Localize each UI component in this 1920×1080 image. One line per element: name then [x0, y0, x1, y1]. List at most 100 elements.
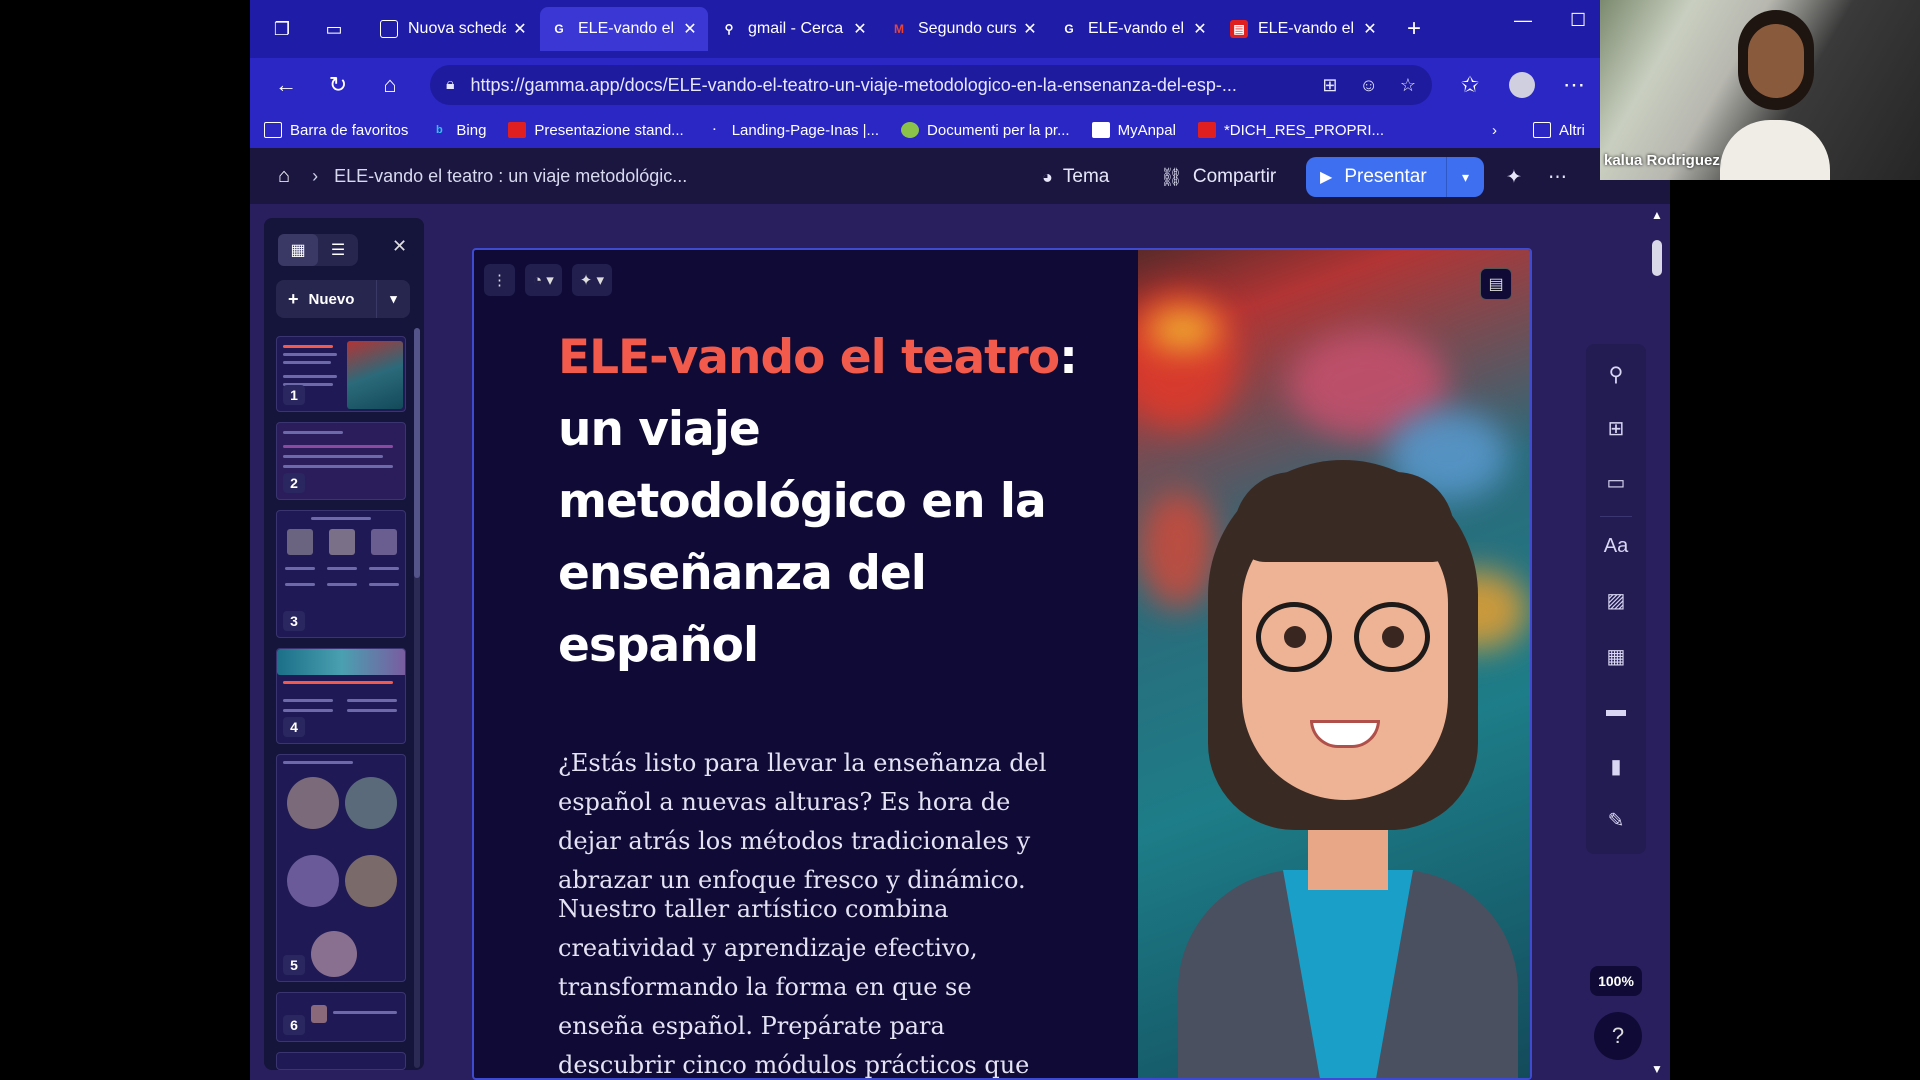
slide-thumbnail-6[interactable]: 6: [276, 992, 406, 1042]
browser-window: ❐ ▭ Nuova scheda ✕ G ELE-vando el ✕ ⚲ gm…: [250, 0, 1670, 1080]
grid-view-icon[interactable]: ▦: [278, 234, 318, 266]
image-icon[interactable]: ▨: [1586, 580, 1646, 620]
card-icon[interactable]: ▬: [1586, 690, 1646, 730]
other-favorites[interactable]: Altri: [1533, 122, 1585, 139]
favorite-star-icon[interactable]: ☆: [1400, 75, 1416, 96]
favorite-item[interactable]: *DICH_RES_PROPRI...: [1197, 121, 1384, 139]
favorite-item[interactable]: Documenti per la pr...: [901, 122, 1070, 139]
panel-scrollbar[interactable]: [414, 328, 420, 1068]
slide-thumbnail-3[interactable]: 3: [276, 510, 406, 638]
slide-paragraph-1[interactable]: ¿Estás listo para llevar la enseñanza de…: [558, 744, 1058, 900]
page-icon: ·: [712, 124, 717, 136]
reader-icon[interactable]: ☺: [1359, 75, 1377, 96]
slide-title[interactable]: ELE-vando el teatro: un viaje metodológi…: [558, 322, 1078, 682]
slide-thumbnail-1[interactable]: 1: [276, 336, 406, 412]
chevron-down-icon[interactable]: ▾: [1446, 157, 1484, 197]
workspaces-icon[interactable]: ❐: [262, 9, 302, 49]
chevron-down-icon[interactable]: ▾: [376, 280, 410, 318]
favorite-item[interactable]: MyAnpal: [1091, 122, 1176, 139]
home-icon[interactable]: ⌂: [278, 165, 290, 188]
new-card-button[interactable]: + Nuevo ▾: [276, 280, 410, 318]
tab-gamma-active[interactable]: G ELE-vando el ✕: [540, 7, 708, 51]
drag-handle-icon[interactable]: ⋮: [484, 264, 515, 296]
add-card-icon[interactable]: ⊞: [1586, 408, 1646, 448]
ai-sparkle-icon[interactable]: ✦: [1506, 160, 1522, 194]
favorite-item[interactable]: Barra de favoritos: [264, 122, 408, 139]
scroll-down-icon[interactable]: ▼: [1651, 1062, 1663, 1076]
favorite-item[interactable]: Presentazione stand...: [508, 122, 684, 139]
slide-thumbnail-4[interactable]: 4: [276, 648, 406, 744]
person-figure: [1720, 10, 1830, 180]
page-scrollbar[interactable]: ▲ ▼: [1648, 208, 1666, 1076]
slide-paragraph-2[interactable]: Nuestro taller artístico combina creativ…: [558, 890, 1058, 1078]
address-bar[interactable]: 🔒︎ https://gamma.app/docs/ELE-vando-el-t…: [430, 65, 1432, 105]
scrollbar-thumb[interactable]: [1652, 240, 1662, 276]
draw-icon[interactable]: ✎: [1586, 800, 1646, 840]
list-view-icon[interactable]: ☰: [318, 234, 358, 266]
new-tab-icon[interactable]: +: [1394, 9, 1434, 49]
breadcrumb[interactable]: ELE-vando el teatro : un viaje metodológ…: [334, 166, 687, 187]
favorite-item[interactable]: b Bing: [430, 122, 486, 139]
close-tab-icon[interactable]: ✕: [852, 19, 868, 39]
gamma-icon: G: [554, 22, 564, 36]
close-icon[interactable]: ✕: [392, 236, 407, 257]
minimize-icon[interactable]: —: [1514, 10, 1532, 31]
layout-icon[interactable]: ▭: [1586, 462, 1646, 502]
pdf-icon: [508, 122, 527, 138]
eye-right: [1382, 626, 1404, 648]
slide-card[interactable]: ⋮ ◔ ▾ ✦ ▾ ELE-vando el teatro: un viaje …: [472, 248, 1532, 1080]
text-icon[interactable]: Aa: [1586, 526, 1646, 566]
close-tab-icon[interactable]: ✕: [512, 19, 528, 39]
share-button[interactable]: ⛓ Compartir: [1160, 160, 1276, 194]
more-options-icon[interactable]: ⋯: [1548, 160, 1567, 194]
video-icon[interactable]: ▦: [1586, 636, 1646, 676]
close-tab-icon[interactable]: ✕: [682, 19, 698, 39]
new-label: Nuevo: [308, 290, 355, 308]
slide-thumbnail-5[interactable]: 5: [276, 754, 406, 982]
home-icon[interactable]: ⌂: [364, 65, 416, 105]
close-tab-icon[interactable]: ✕: [1362, 19, 1378, 39]
slide-thumbnail-2[interactable]: 2: [276, 422, 406, 500]
favorites-icon[interactable]: ✩: [1444, 65, 1496, 105]
close-tab-icon[interactable]: ✕: [1022, 19, 1038, 39]
present-button[interactable]: ▶ Presentar ▾: [1306, 157, 1484, 197]
chevron-right-icon[interactable]: ›: [1492, 122, 1497, 139]
favorite-item[interactable]: · Landing-Page-Inas |...: [706, 122, 879, 139]
more-menu-icon[interactable]: ⋯: [1548, 65, 1600, 105]
zoom-level[interactable]: 100%: [1590, 966, 1642, 996]
notes-icon[interactable]: ▤: [1480, 268, 1512, 300]
tab-gamma-2[interactable]: G ELE-vando el ✕: [1050, 7, 1218, 51]
newtab-icon: [380, 20, 398, 38]
apps-icon[interactable]: ⊞: [1322, 75, 1337, 96]
favorite-label: *DICH_RES_PROPRI...: [1223, 121, 1384, 139]
search-icon[interactable]: ⚲: [1586, 354, 1646, 394]
url-text: https://gamma.app/docs/ELE-vando-el-teat…: [470, 74, 1237, 95]
tab-actions-icon[interactable]: ▭: [314, 9, 354, 49]
bing-icon: b: [436, 124, 443, 136]
ai-edit-icon[interactable]: ✦ ▾: [571, 264, 613, 296]
slide-thumbnail-7[interactable]: [276, 1052, 406, 1070]
slides-panel: ▦ ☰ ✕ + Nuevo ▾ 1 2 3 4 5 6: [264, 218, 424, 1070]
teacher-illustration[interactable]: [1138, 250, 1530, 1078]
profile-icon[interactable]: [1496, 65, 1548, 105]
thumbnail-number: 1: [283, 385, 305, 405]
help-button[interactable]: ?: [1594, 1012, 1642, 1060]
tab-gmail[interactable]: M Segundo curs ✕: [880, 7, 1048, 51]
reload-icon[interactable]: ↻: [312, 65, 364, 105]
chart-icon[interactable]: ▮: [1586, 746, 1646, 786]
scroll-up-icon[interactable]: ▲: [1651, 208, 1663, 222]
maximize-icon[interactable]: ☐: [1570, 10, 1586, 31]
card-style-icon[interactable]: ◔ ▾: [525, 264, 562, 296]
tab-nuova-scheda[interactable]: Nuova scheda ✕: [370, 7, 538, 51]
plus-icon: +: [288, 288, 299, 309]
close-tab-icon[interactable]: ✕: [1192, 19, 1208, 39]
back-icon[interactable]: ←: [260, 65, 312, 105]
favorite-label: Landing-Page-Inas |...: [731, 121, 880, 139]
card-toolbar: ⋮ ◔ ▾ ✦ ▾: [484, 264, 613, 296]
thumbnail-number: 6: [283, 1015, 305, 1035]
theme-button[interactable]: ◕ Tema: [1042, 160, 1109, 194]
editor-canvas: ▦ ☰ ✕ + Nuevo ▾ 1 2 3 4 5 6 ⋮ ◔ ▾ ✦ ▾ EL…: [250, 204, 1670, 1080]
lock-icon[interactable]: 🔒︎: [446, 76, 455, 94]
tab-gmail-search[interactable]: ⚲ gmail - Cerca ✕: [710, 7, 878, 51]
tab-pdf[interactable]: ▤ ELE-vando el ✕: [1220, 7, 1388, 51]
